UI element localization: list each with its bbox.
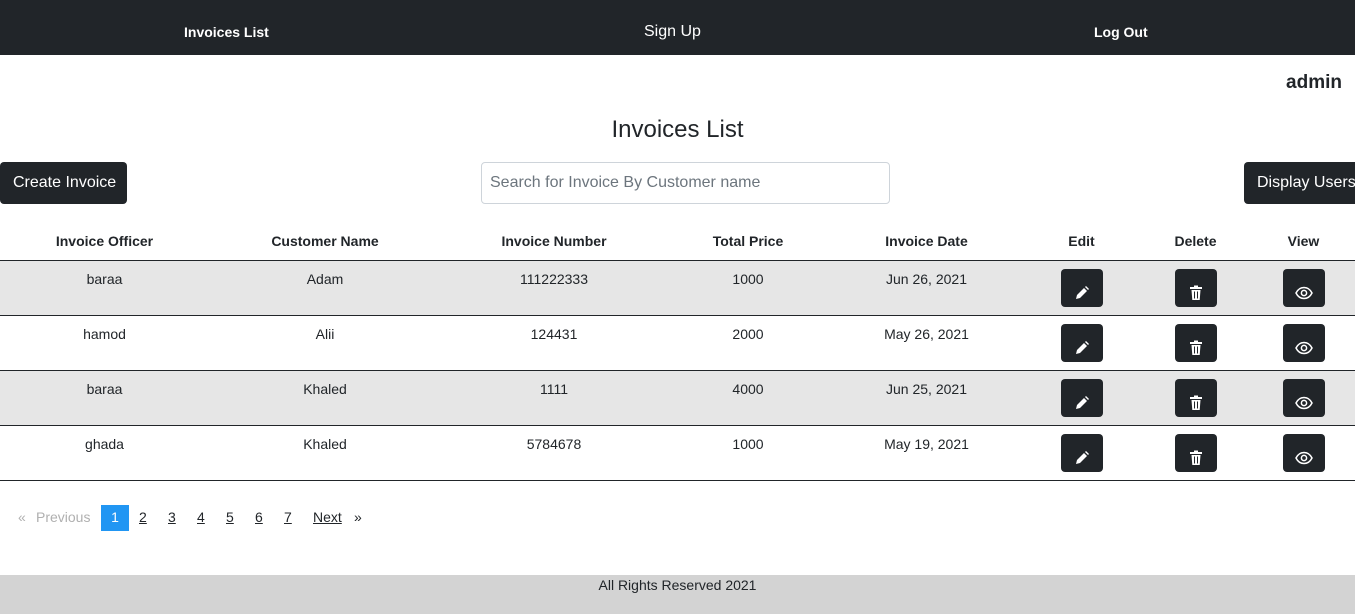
cell-total-price: 4000 bbox=[667, 370, 829, 426]
header-edit: Edit bbox=[1024, 222, 1139, 261]
table-header-row: Invoice Officer Customer Name Invoice Nu… bbox=[0, 222, 1355, 261]
cell-invoice-number: 5784678 bbox=[441, 425, 667, 481]
cell-edit-action bbox=[1024, 425, 1139, 481]
pencil-icon bbox=[1061, 450, 1103, 466]
pagination-page-3[interactable]: 3 bbox=[168, 505, 176, 531]
cell-view-action bbox=[1252, 315, 1355, 371]
cell-view-action bbox=[1252, 260, 1355, 316]
delete-invoice-button[interactable] bbox=[1174, 268, 1217, 307]
eye-icon bbox=[1283, 285, 1325, 301]
nav-invoices-list-link[interactable]: Invoices List bbox=[184, 0, 269, 55]
eye-icon bbox=[1283, 450, 1325, 466]
trash-icon bbox=[1175, 340, 1217, 356]
cell-invoice-officer: ghada bbox=[0, 425, 209, 481]
cell-total-price: 2000 bbox=[667, 315, 829, 371]
page-title: Invoices List bbox=[611, 116, 744, 143]
cell-invoice-number: 1111 bbox=[441, 370, 667, 426]
cell-invoice-number: 111222333 bbox=[441, 260, 667, 316]
cell-invoice-officer: hamod bbox=[0, 315, 209, 371]
pagination-previous: Previous bbox=[36, 509, 91, 525]
pagination-prev-arrow: « bbox=[18, 509, 26, 525]
cell-customer-name: Khaled bbox=[209, 370, 441, 426]
delete-invoice-button[interactable] bbox=[1174, 433, 1217, 472]
edit-invoice-button[interactable] bbox=[1060, 323, 1103, 362]
cell-total-price: 1000 bbox=[667, 425, 829, 481]
trash-icon bbox=[1175, 285, 1217, 301]
cell-view-action bbox=[1252, 370, 1355, 426]
create-invoice-button[interactable]: Create Invoice bbox=[0, 162, 127, 204]
pagination-page-5[interactable]: 5 bbox=[226, 505, 234, 531]
trash-icon bbox=[1175, 450, 1217, 466]
pencil-icon bbox=[1061, 340, 1103, 356]
trash-icon bbox=[1175, 395, 1217, 411]
pagination-page-6[interactable]: 6 bbox=[255, 505, 263, 531]
eye-icon bbox=[1283, 395, 1325, 411]
header-customer-name: Customer Name bbox=[209, 222, 441, 261]
edit-invoice-button[interactable] bbox=[1060, 268, 1103, 307]
cell-invoice-date: Jun 26, 2021 bbox=[829, 260, 1024, 316]
cell-delete-action bbox=[1139, 260, 1252, 316]
cell-delete-action bbox=[1139, 425, 1252, 481]
view-invoice-button[interactable] bbox=[1282, 323, 1325, 362]
edit-invoice-button[interactable] bbox=[1060, 378, 1103, 417]
cell-edit-action bbox=[1024, 370, 1139, 426]
search-invoice-input[interactable] bbox=[481, 162, 890, 204]
cell-view-action bbox=[1252, 425, 1355, 481]
nav-log-out-link[interactable]: Log Out bbox=[1094, 0, 1148, 55]
pagination-page-2[interactable]: 2 bbox=[139, 505, 147, 531]
nav-sign-up-link[interactable]: Sign Up bbox=[644, 0, 701, 55]
header-view: View bbox=[1252, 222, 1355, 261]
invoices-table: Invoice Officer Customer Name Invoice Nu… bbox=[0, 222, 1355, 481]
cell-total-price: 1000 bbox=[667, 260, 829, 316]
table-row: baraa Khaled 1111 4000 Jun 25, 2021 bbox=[0, 370, 1355, 426]
cell-invoice-date: Jun 25, 2021 bbox=[829, 370, 1024, 426]
cell-invoice-officer: baraa bbox=[0, 370, 209, 426]
cell-customer-name: Alii bbox=[209, 315, 441, 371]
pencil-icon bbox=[1061, 285, 1103, 301]
view-invoice-button[interactable] bbox=[1282, 378, 1325, 417]
delete-invoice-button[interactable] bbox=[1174, 378, 1217, 417]
pagination-next-link[interactable]: Next bbox=[313, 505, 342, 531]
header-invoice-number: Invoice Number bbox=[441, 222, 667, 261]
footer-text: All Rights Reserved 2021 bbox=[598, 577, 757, 593]
pagination-page-1[interactable]: 1 bbox=[101, 505, 129, 531]
cell-edit-action bbox=[1024, 260, 1139, 316]
pencil-icon bbox=[1061, 395, 1103, 411]
footer: All Rights Reserved 2021 bbox=[0, 575, 1355, 614]
delete-invoice-button[interactable] bbox=[1174, 323, 1217, 362]
view-invoice-button[interactable] bbox=[1282, 268, 1325, 307]
cell-customer-name: Adam bbox=[209, 260, 441, 316]
cell-edit-action bbox=[1024, 315, 1139, 371]
pagination-page-4[interactable]: 4 bbox=[197, 505, 205, 531]
cell-delete-action bbox=[1139, 370, 1252, 426]
top-navbar: Invoices List Sign Up Log Out bbox=[0, 0, 1355, 55]
cell-customer-name: Khaled bbox=[209, 425, 441, 481]
header-delete: Delete bbox=[1139, 222, 1252, 261]
table-row: baraa Adam 111222333 1000 Jun 26, 2021 bbox=[0, 260, 1355, 316]
edit-invoice-button[interactable] bbox=[1060, 433, 1103, 472]
view-invoice-button[interactable] bbox=[1282, 433, 1325, 472]
eye-icon bbox=[1283, 340, 1325, 356]
cell-invoice-date: May 26, 2021 bbox=[829, 315, 1024, 371]
current-user-name: admin bbox=[1286, 72, 1342, 93]
cell-invoice-number: 124431 bbox=[441, 315, 667, 371]
header-total-price: Total Price bbox=[667, 222, 829, 261]
table-row: ghada Khaled 5784678 1000 May 19, 2021 bbox=[0, 425, 1355, 481]
cell-delete-action bbox=[1139, 315, 1252, 371]
cell-invoice-date: May 19, 2021 bbox=[829, 425, 1024, 481]
header-invoice-date: Invoice Date bbox=[829, 222, 1024, 261]
header-invoice-officer: Invoice Officer bbox=[0, 222, 209, 261]
pagination-next-arrow: » bbox=[354, 509, 362, 525]
display-users-button[interactable]: Display Users bbox=[1244, 162, 1355, 204]
cell-invoice-officer: baraa bbox=[0, 260, 209, 316]
pagination-page-7[interactable]: 7 bbox=[284, 505, 292, 531]
table-row: hamod Alii 124431 2000 May 26, 2021 bbox=[0, 315, 1355, 371]
